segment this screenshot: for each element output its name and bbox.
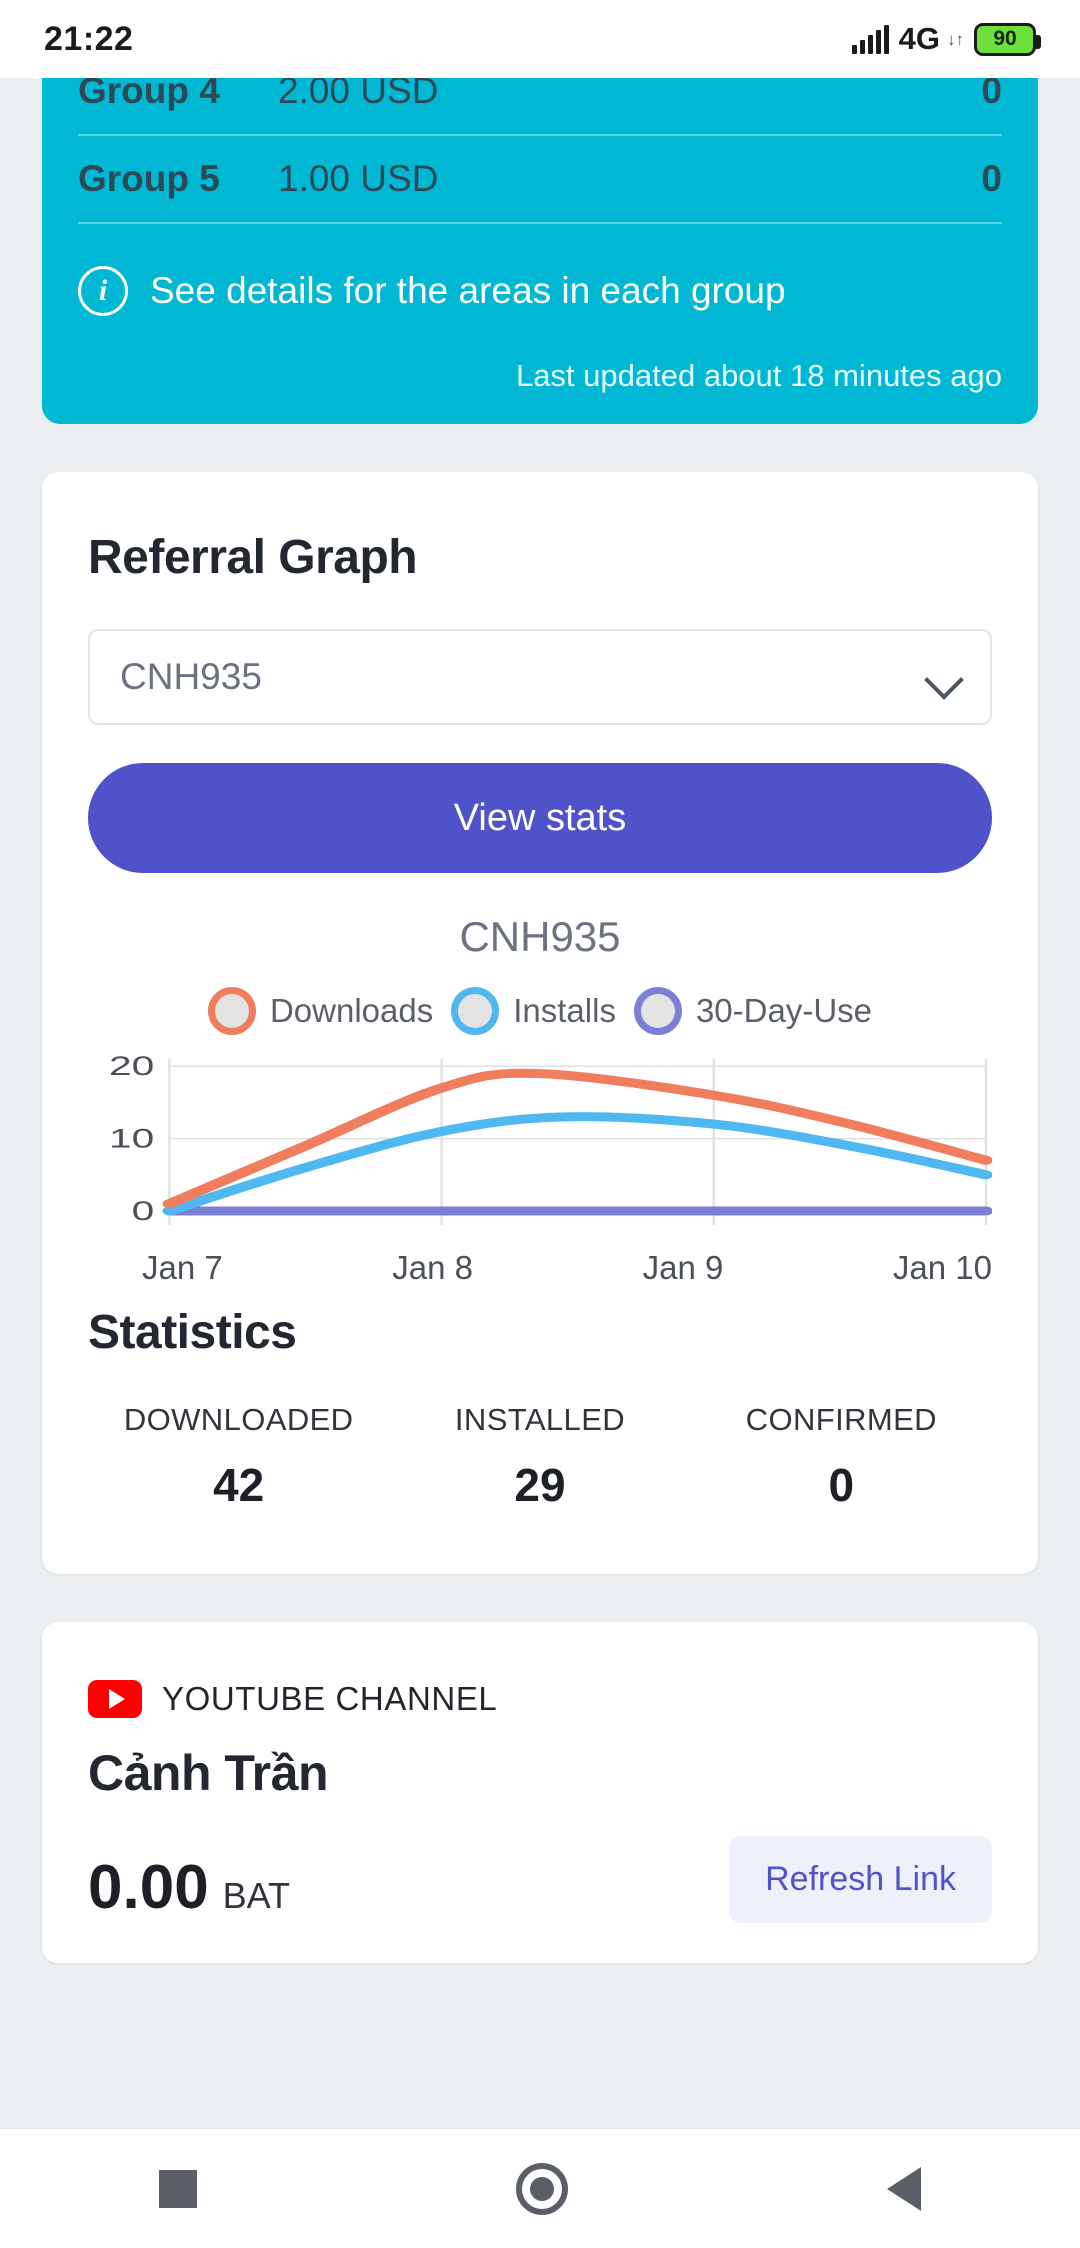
legend-label-30-day-use: 30-Day-Use bbox=[695, 992, 873, 1029]
status-bar: 21:22 4G ↓↑ 90 bbox=[0, 0, 1080, 78]
group-amount: 2.00 USD bbox=[278, 78, 439, 111]
youtube-channel-name: Cảnh Trần bbox=[88, 1745, 328, 1801]
legend-label-installs: Installs bbox=[513, 992, 616, 1029]
stat-label: CONFIRMED bbox=[745, 1402, 937, 1437]
group-name: Group 5 bbox=[78, 158, 220, 199]
svg-text:10: 10 bbox=[109, 1124, 154, 1154]
legend-item-installs[interactable]: Installs bbox=[451, 987, 616, 1035]
stat-label: DOWNLOADED bbox=[123, 1402, 354, 1437]
referral-code-select[interactable]: CNH935 bbox=[88, 629, 992, 725]
stat-label: INSTALLED bbox=[454, 1402, 626, 1437]
legend-item-30-day-use[interactable]: 30-Day-Use bbox=[633, 987, 873, 1035]
svg-text:0: 0 bbox=[132, 1197, 155, 1227]
stat-downloaded: DOWNLOADED 42 bbox=[88, 1402, 389, 1512]
data-transfer-icon: ↓↑ bbox=[947, 29, 964, 49]
referral-code-value: CNH935 bbox=[120, 656, 262, 697]
group-details-link[interactable]: i See details for the areas in each grou… bbox=[78, 224, 1002, 324]
group-amount: 1.00 USD bbox=[278, 158, 439, 199]
recents-square-icon[interactable] bbox=[159, 2169, 198, 2208]
youtube-balance: 0.00 BAT bbox=[88, 1852, 290, 1923]
x-tick-label: Jan 10 bbox=[892, 1249, 992, 1286]
group-count: 0 bbox=[981, 78, 1002, 111]
chevron-down-icon bbox=[926, 660, 960, 694]
legend-marker-30-day-use bbox=[633, 987, 682, 1035]
balance-currency: BAT bbox=[222, 1875, 291, 1916]
scroll-container[interactable]: Group 4 2.00 USD 0 Group 5 1.00 USD 0 i … bbox=[0, 78, 1080, 2128]
last-updated-label: Last updated about 18 minutes ago bbox=[515, 358, 1002, 393]
stat-confirmed: CONFIRMED 0 bbox=[691, 1402, 992, 1512]
network-type-label: 4G bbox=[898, 21, 940, 56]
chart-title: CNH935 bbox=[459, 913, 621, 960]
group-details-label: See details for the areas in each group bbox=[150, 270, 786, 311]
referral-graph-card: Referral Graph CNH935 View stats CNH935 … bbox=[42, 472, 1038, 1574]
signal-bars-icon bbox=[851, 24, 889, 54]
table-row: Group 5 1.00 USD 0 bbox=[78, 136, 1002, 224]
group-count: 0 bbox=[981, 158, 1002, 199]
statistics-heading: Statistics bbox=[88, 1306, 297, 1359]
back-triangle-icon[interactable] bbox=[886, 2166, 921, 2211]
referral-line-chart: 0 10 20 bbox=[88, 1045, 992, 1245]
balance-amount: 0.00 bbox=[88, 1853, 209, 1922]
x-tick-label: Jan 7 bbox=[142, 1249, 223, 1286]
x-tick-label: Jan 9 bbox=[642, 1249, 724, 1286]
view-stats-button[interactable]: View stats bbox=[88, 763, 992, 873]
svg-text:20: 20 bbox=[109, 1052, 154, 1082]
x-tick-label: Jan 8 bbox=[392, 1249, 474, 1286]
refresh-link-button[interactable]: Refresh Link bbox=[729, 1836, 992, 1923]
group-name: Group 4 bbox=[78, 78, 220, 111]
chart-legend: Downloads Installs 30-Day-Use bbox=[88, 987, 992, 1035]
info-icon: i bbox=[78, 266, 128, 316]
statistics-row: DOWNLOADED 42 INSTALLED 29 CONFIRMED 0 bbox=[88, 1402, 992, 1512]
stat-value: 29 bbox=[514, 1459, 566, 1511]
youtube-header: YOUTUBE CHANNEL bbox=[88, 1680, 992, 1718]
status-indicators: 4G ↓↑ 90 bbox=[851, 21, 1041, 57]
youtube-channel-card: YOUTUBE CHANNEL Cảnh Trần 0.00 BAT Refre… bbox=[42, 1622, 1038, 1963]
legend-marker-downloads bbox=[207, 987, 256, 1035]
youtube-channel-label: YOUTUBE CHANNEL bbox=[162, 1680, 498, 1717]
home-circle-icon[interactable] bbox=[515, 2162, 568, 2215]
rewards-groups-card: Group 4 2.00 USD 0 Group 5 1.00 USD 0 i … bbox=[42, 78, 1038, 424]
stat-installed: INSTALLED 29 bbox=[389, 1402, 690, 1512]
status-time: 21:22 bbox=[44, 19, 134, 58]
battery-percent-label: 90 bbox=[993, 27, 1017, 50]
stat-value: 42 bbox=[213, 1459, 265, 1511]
legend-item-downloads[interactable]: Downloads bbox=[207, 987, 434, 1035]
legend-label-downloads: Downloads bbox=[269, 992, 434, 1029]
battery-icon: 90 bbox=[974, 22, 1041, 56]
legend-marker-installs bbox=[451, 987, 500, 1035]
stat-value: 0 bbox=[828, 1459, 855, 1511]
chart-plot-area: 0 10 20 bbox=[109, 1052, 992, 1227]
android-navigation-bar bbox=[0, 2128, 1080, 2248]
youtube-balance-row: 0.00 BAT Refresh Link bbox=[88, 1836, 992, 1923]
youtube-icon bbox=[88, 1680, 142, 1718]
table-row: Group 4 2.00 USD 0 bbox=[78, 78, 1002, 136]
page-title: Referral Graph bbox=[88, 531, 418, 584]
chart-x-axis: Jan 7 Jan 8 Jan 9 Jan 10 bbox=[88, 1245, 992, 1287]
